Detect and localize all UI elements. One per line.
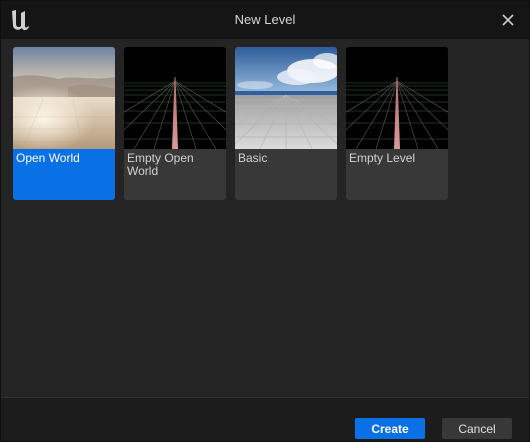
template-grid: Open World Empty Open World Basic Empty …: [1, 39, 529, 397]
template-card-empty-open-world[interactable]: Empty Open World: [124, 47, 226, 200]
template-card-basic[interactable]: Basic: [235, 47, 337, 200]
template-card-empty-level[interactable]: Empty Level: [346, 47, 448, 200]
dialog-footer: Create Cancel: [1, 397, 529, 441]
template-label: Open World: [16, 151, 80, 165]
grid-horizon-thumbnail: [346, 47, 448, 149]
close-icon[interactable]: [499, 11, 517, 29]
template-label: Empty Level: [349, 151, 416, 165]
open-world-thumbnail: [13, 47, 115, 149]
title-bar: New Level: [1, 1, 529, 39]
dialog-title: New Level: [234, 12, 296, 27]
cancel-button[interactable]: Cancel: [442, 418, 512, 439]
template-card-open-world[interactable]: Open World: [13, 47, 115, 200]
grid-horizon-thumbnail: [124, 47, 226, 149]
sky-floor-thumbnail: [235, 47, 337, 149]
template-label: Empty Open World: [127, 151, 194, 178]
new-level-dialog: New Level Open World Empty Open World Ba…: [0, 0, 530, 442]
template-label: Basic: [238, 151, 268, 165]
create-button[interactable]: Create: [355, 418, 425, 439]
